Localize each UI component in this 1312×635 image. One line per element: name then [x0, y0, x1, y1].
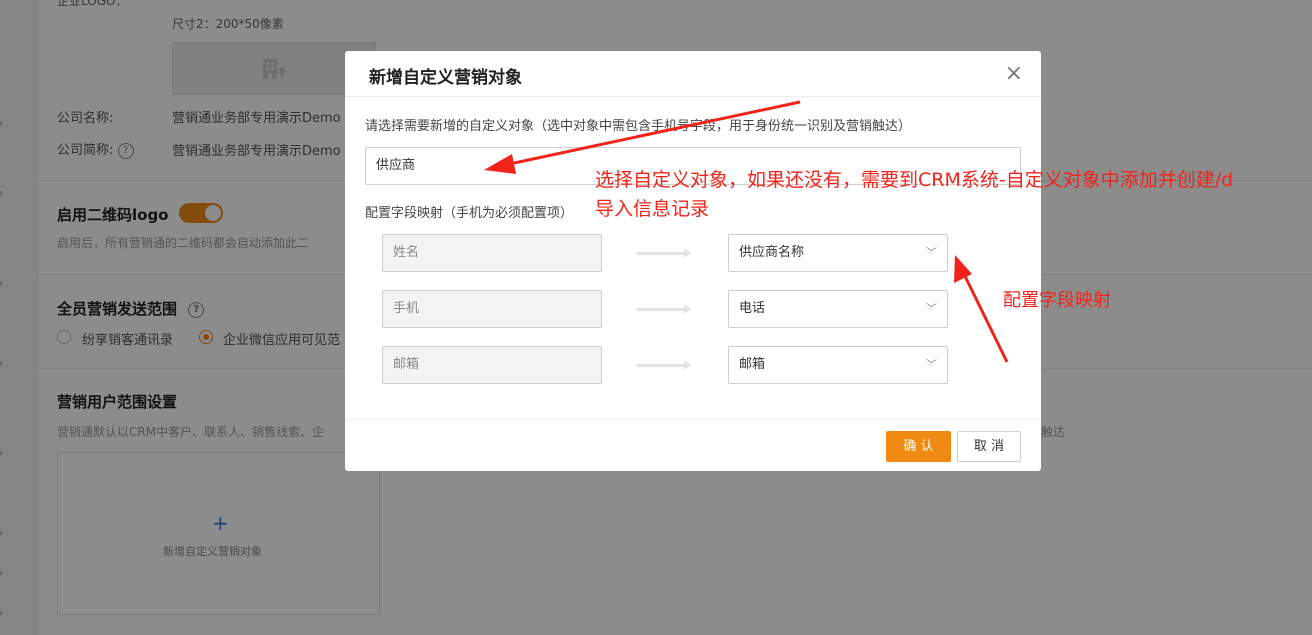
annotation-note-1: 选择自定义对象，如果还没有，需要到CRM系统-自定义对象中添加并创建/d	[595, 169, 1234, 191]
annotation-note-2: 配置字段映射	[1003, 290, 1111, 311]
annotation-note-1b: 导入信息记录	[595, 198, 710, 220]
annotation-arrowhead	[954, 255, 972, 283]
annotation-arrow-line	[959, 267, 1009, 363]
annotation-arrow-line	[499, 100, 801, 168]
annotation-arrowhead	[484, 154, 516, 174]
annotation-arrows	[484, 100, 1009, 363]
